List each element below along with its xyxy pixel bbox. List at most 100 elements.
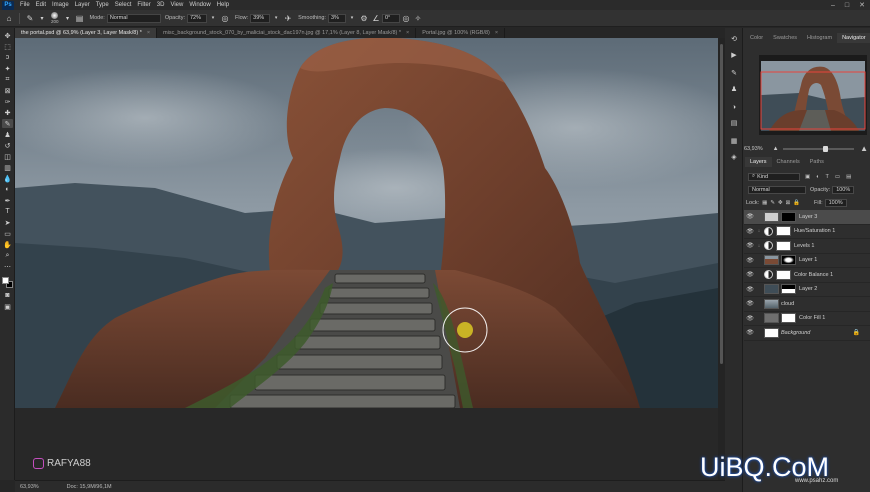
path-select-tool-icon[interactable]: ➤: [2, 218, 13, 227]
tab-navigator[interactable]: Navigator: [837, 33, 870, 43]
crop-tool-icon[interactable]: ⌗: [2, 75, 13, 84]
menu-layer[interactable]: Layer: [72, 2, 93, 8]
chevron-down-icon[interactable]: ▾: [36, 12, 48, 24]
marquee-tool-icon[interactable]: ⬚: [2, 42, 13, 51]
layer-row-hue-saturation-1[interactable]: 👁 ↓ Hue/Saturation 1: [744, 225, 870, 239]
close-icon[interactable]: ✕: [855, 0, 869, 10]
layer-row-color-fill-1[interactable]: 👁 Color Fill 1: [744, 312, 870, 326]
screen-mode-icon[interactable]: ▣: [2, 302, 13, 311]
filter-type-icon[interactable]: T: [826, 174, 829, 180]
filter-shape-icon[interactable]: ▭: [835, 174, 840, 180]
navigator-zoom-value[interactable]: 63,93%: [744, 146, 763, 152]
layer-row-background[interactable]: 👁 Background 🔒: [744, 326, 870, 341]
tab-portal-jpg[interactable]: Portal.jpg @ 100% (RGB/8) ×: [416, 28, 506, 38]
close-icon[interactable]: ×: [147, 30, 150, 36]
lock-position-icon[interactable]: ✥: [778, 200, 783, 206]
layer-mask-thumbnail[interactable]: [776, 240, 791, 251]
layer-row-cloud[interactable]: 👁 cloud: [744, 297, 870, 312]
blur-tool-icon[interactable]: 💧: [2, 174, 13, 183]
symmetry-icon[interactable]: ✧: [412, 12, 424, 24]
quick-select-tool-icon[interactable]: ✦: [2, 64, 13, 73]
history-brush-tool-icon[interactable]: ↺: [2, 141, 13, 150]
angle-field[interactable]: 0°: [381, 13, 400, 23]
rectangle-tool-icon[interactable]: ▭: [2, 229, 13, 238]
layer-row-layer-1[interactable]: 👁 Layer 1: [744, 254, 870, 268]
airbrush-icon[interactable]: ✈: [282, 12, 294, 24]
close-icon[interactable]: ×: [406, 30, 409, 36]
menu-window[interactable]: Window: [186, 2, 213, 8]
tab-histogram[interactable]: Histogram: [802, 33, 837, 43]
lock-all-icon[interactable]: 🔒: [793, 200, 800, 206]
filter-kind-select[interactable]: ⌕ Kind: [748, 172, 800, 181]
zoom-out-icon[interactable]: ▲: [773, 146, 779, 152]
menu-view[interactable]: View: [167, 2, 186, 8]
layer-row-layer-2[interactable]: 👁 Layer 2: [744, 283, 870, 297]
slider-knob[interactable]: [822, 145, 828, 152]
fill-field[interactable]: 100%: [824, 198, 847, 207]
layer-row-levels-1[interactable]: 👁 ↓ Levels 1: [744, 239, 870, 254]
brush-preset-icon[interactable]: ✎: [24, 12, 36, 24]
menu-help[interactable]: Help: [214, 2, 232, 8]
brush-size-picker[interactable]: 200: [51, 12, 59, 24]
visibility-eye-icon[interactable]: 👁: [744, 286, 756, 293]
type-tool-icon[interactable]: T: [2, 207, 13, 216]
smoothing-field[interactable]: 3%: [327, 13, 346, 23]
layer-row-layer-3[interactable]: 👁 Layer 3: [744, 210, 870, 225]
pen-tool-icon[interactable]: ✒: [2, 196, 13, 205]
visibility-eye-icon[interactable]: 👁: [744, 329, 756, 336]
chevron-down-icon[interactable]: ▾: [346, 12, 358, 24]
chevron-down-icon[interactable]: ▾: [270, 12, 282, 24]
pressure-opacity-icon[interactable]: ◎: [219, 12, 231, 24]
healing-brush-tool-icon[interactable]: ✚: [2, 108, 13, 117]
styles-icon[interactable]: ◈: [729, 152, 739, 162]
visibility-eye-icon[interactable]: 👁: [744, 300, 756, 307]
actions-icon[interactable]: ▶: [729, 50, 739, 60]
brush-panel-icon[interactable]: ✎: [729, 68, 739, 78]
maximize-icon[interactable]: □: [840, 0, 854, 10]
gear-icon[interactable]: ⚙: [358, 12, 370, 24]
scroll-thumb[interactable]: [720, 44, 723, 364]
tab-paths[interactable]: Paths: [805, 157, 829, 167]
clone-stamp-tool-icon[interactable]: ♟: [2, 130, 13, 139]
zoom-readout[interactable]: 63,93%: [20, 484, 39, 490]
adjustments-icon[interactable]: ◑: [729, 102, 739, 112]
tab-layers[interactable]: Layers: [745, 157, 772, 167]
vertical-scrollbar[interactable]: [718, 38, 725, 480]
home-icon[interactable]: ⌂: [3, 12, 15, 24]
tab-color[interactable]: Color: [745, 33, 768, 43]
dodge-tool-icon[interactable]: ◐: [2, 185, 13, 194]
tab-misc-background[interactable]: misc_background_stock_070_by_maliciai_st…: [157, 28, 417, 38]
lasso-tool-icon[interactable]: ↄ: [2, 53, 13, 62]
properties-icon[interactable]: ▤: [729, 118, 739, 128]
layer-opacity-field[interactable]: 100%: [832, 185, 855, 194]
libraries-icon[interactable]: ▦: [729, 136, 739, 146]
menu-select[interactable]: Select: [112, 2, 135, 8]
clone-source-icon[interactable]: ♟: [729, 84, 739, 94]
layer-mask-thumbnail[interactable]: [781, 313, 796, 324]
layer-mask-thumbnail[interactable]: [781, 284, 796, 295]
menu-type[interactable]: Type: [93, 2, 112, 8]
mode-select[interactable]: Normal: [106, 13, 161, 23]
layer-mask-thumbnail[interactable]: [776, 269, 791, 280]
zoom-in-icon[interactable]: ▲: [860, 144, 868, 153]
chevron-down-icon[interactable]: ▾: [207, 12, 219, 24]
brush-tool-icon[interactable]: ✎: [2, 119, 13, 128]
document-canvas[interactable]: [15, 38, 718, 480]
tab-the-portal[interactable]: the portal.psd @ 63,9% (Layer 3, Layer M…: [15, 28, 158, 38]
blend-mode-select[interactable]: Normal: [748, 185, 806, 194]
lock-transparent-icon[interactable]: ▦: [762, 200, 767, 206]
layer-mask-thumbnail[interactable]: [781, 255, 796, 266]
move-tool-icon[interactable]: ✥: [2, 31, 13, 40]
gradient-tool-icon[interactable]: ▥: [2, 163, 13, 172]
menu-filter[interactable]: Filter: [134, 2, 153, 8]
visibility-eye-icon[interactable]: 👁: [744, 271, 756, 278]
lock-icon[interactable]: 🔒: [853, 329, 860, 336]
tab-channels[interactable]: Channels: [772, 157, 805, 167]
filter-pixel-icon[interactable]: ▣: [805, 174, 810, 180]
layer-mask-thumbnail[interactable]: [781, 211, 796, 222]
menu-edit[interactable]: Edit: [33, 2, 49, 8]
visibility-eye-icon[interactable]: 👁: [744, 242, 756, 249]
layer-mask-thumbnail[interactable]: [776, 226, 791, 237]
chevron-down-icon[interactable]: ▾: [62, 12, 74, 24]
pressure-size-icon[interactable]: ◎: [400, 12, 412, 24]
